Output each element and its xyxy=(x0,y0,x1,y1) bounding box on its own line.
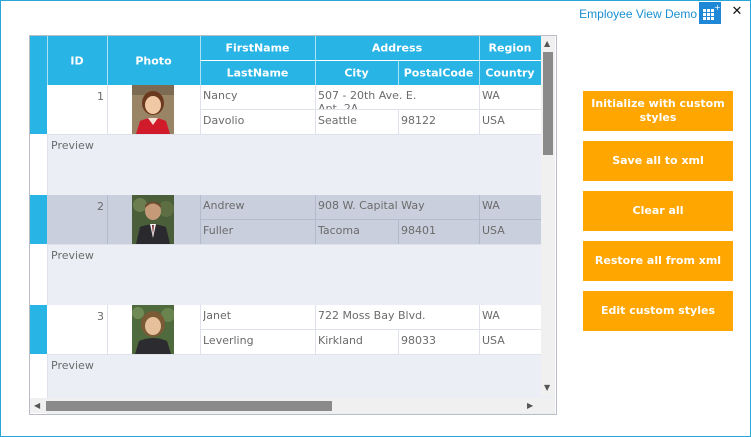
cell-id[interactable]: 1 xyxy=(47,90,104,103)
column-header-lastname[interactable]: LastName xyxy=(200,61,315,85)
cell-region[interactable]: WA xyxy=(482,309,540,322)
cell-postalcode[interactable]: 98033 xyxy=(401,334,477,347)
cell-region[interactable]: WA xyxy=(482,199,540,212)
app-window: Employee View Demo + ✕ ID Photo FirstNam… xyxy=(0,0,751,437)
scroll-left-icon[interactable]: ◀ xyxy=(34,401,40,411)
employee-grid: ID Photo FirstName LastName Address City… xyxy=(29,35,557,415)
initialize-custom-styles-button[interactable]: Initialize with custom styles xyxy=(583,91,733,131)
employee-photo xyxy=(132,195,174,244)
horizontal-scrollbar[interactable]: ◀ ▶ xyxy=(30,398,541,413)
vertical-scroll-thumb[interactable] xyxy=(543,52,553,155)
column-header-region[interactable]: Region xyxy=(479,36,541,60)
cell-id[interactable]: 3 xyxy=(47,310,104,323)
column-header-city[interactable]: City xyxy=(315,61,398,85)
cell-city[interactable]: Tacoma xyxy=(318,224,396,237)
row-indicator[interactable] xyxy=(30,305,47,354)
cell-address[interactable]: 722 Moss Bay Blvd. xyxy=(318,309,476,322)
cell-country[interactable]: USA xyxy=(482,334,540,347)
cell-city[interactable]: Kirkland xyxy=(318,334,396,347)
employee-photo xyxy=(132,305,174,354)
cell-country[interactable]: USA xyxy=(482,114,540,127)
column-header-photo[interactable]: Photo xyxy=(107,36,200,85)
cell-country[interactable]: USA xyxy=(482,224,540,237)
cell-city[interactable]: Seattle xyxy=(318,114,396,127)
scrollbar-corner xyxy=(541,398,555,413)
vertical-scrollbar[interactable]: ▲ ▼ xyxy=(541,36,555,396)
cell-id[interactable]: 2 xyxy=(47,200,104,213)
cell-address[interactable]: 507 - 20th Ave. E. xyxy=(318,89,476,102)
horizontal-scroll-thumb[interactable] xyxy=(46,401,332,411)
save-all-to-xml-button[interactable]: Save all to xml xyxy=(583,141,733,181)
column-header-firstname[interactable]: FirstName xyxy=(200,36,315,60)
row-indicator[interactable] xyxy=(30,195,47,244)
restore-all-from-xml-button[interactable]: Restore all from xml xyxy=(583,241,733,281)
scroll-up-icon[interactable]: ▲ xyxy=(544,39,550,49)
cell-region[interactable]: WA xyxy=(482,89,540,102)
cell-firstname[interactable]: Janet xyxy=(203,309,313,322)
cell-address[interactable]: 908 W. Capital Way xyxy=(318,199,476,212)
clear-all-button[interactable]: Clear all xyxy=(583,191,733,231)
cell-postalcode[interactable]: 98122 xyxy=(401,114,477,127)
cell-postalcode[interactable]: 98401 xyxy=(401,224,477,237)
edit-custom-styles-button[interactable]: Edit custom styles xyxy=(583,291,733,331)
row-indicator[interactable] xyxy=(30,85,47,134)
scroll-right-icon[interactable]: ▶ xyxy=(527,401,533,411)
grid-settings-icon[interactable]: + xyxy=(699,2,721,24)
employee-photo xyxy=(132,85,174,134)
cell-lastname[interactable]: Leverling xyxy=(203,334,313,347)
column-header-postalcode[interactable]: PostalCode xyxy=(398,61,479,85)
cell-lastname[interactable]: Davolio xyxy=(203,114,313,127)
header-indicator-cell xyxy=(30,36,47,85)
cell-address-line2: Apt. 2A xyxy=(318,102,359,109)
cell-firstname[interactable]: Andrew xyxy=(203,199,313,212)
close-icon[interactable]: ✕ xyxy=(729,4,745,20)
column-header-id[interactable]: ID xyxy=(47,36,107,85)
cell-lastname[interactable]: Fuller xyxy=(203,224,313,237)
scroll-down-icon[interactable]: ▼ xyxy=(544,383,550,393)
window-title: Employee View Demo xyxy=(579,7,697,21)
column-header-address[interactable]: Address xyxy=(315,36,479,60)
column-header-country[interactable]: Country xyxy=(479,61,541,85)
row-preview: Preview xyxy=(47,135,555,195)
cell-firstname[interactable]: Nancy xyxy=(203,89,313,102)
row-preview: Preview xyxy=(47,245,555,305)
